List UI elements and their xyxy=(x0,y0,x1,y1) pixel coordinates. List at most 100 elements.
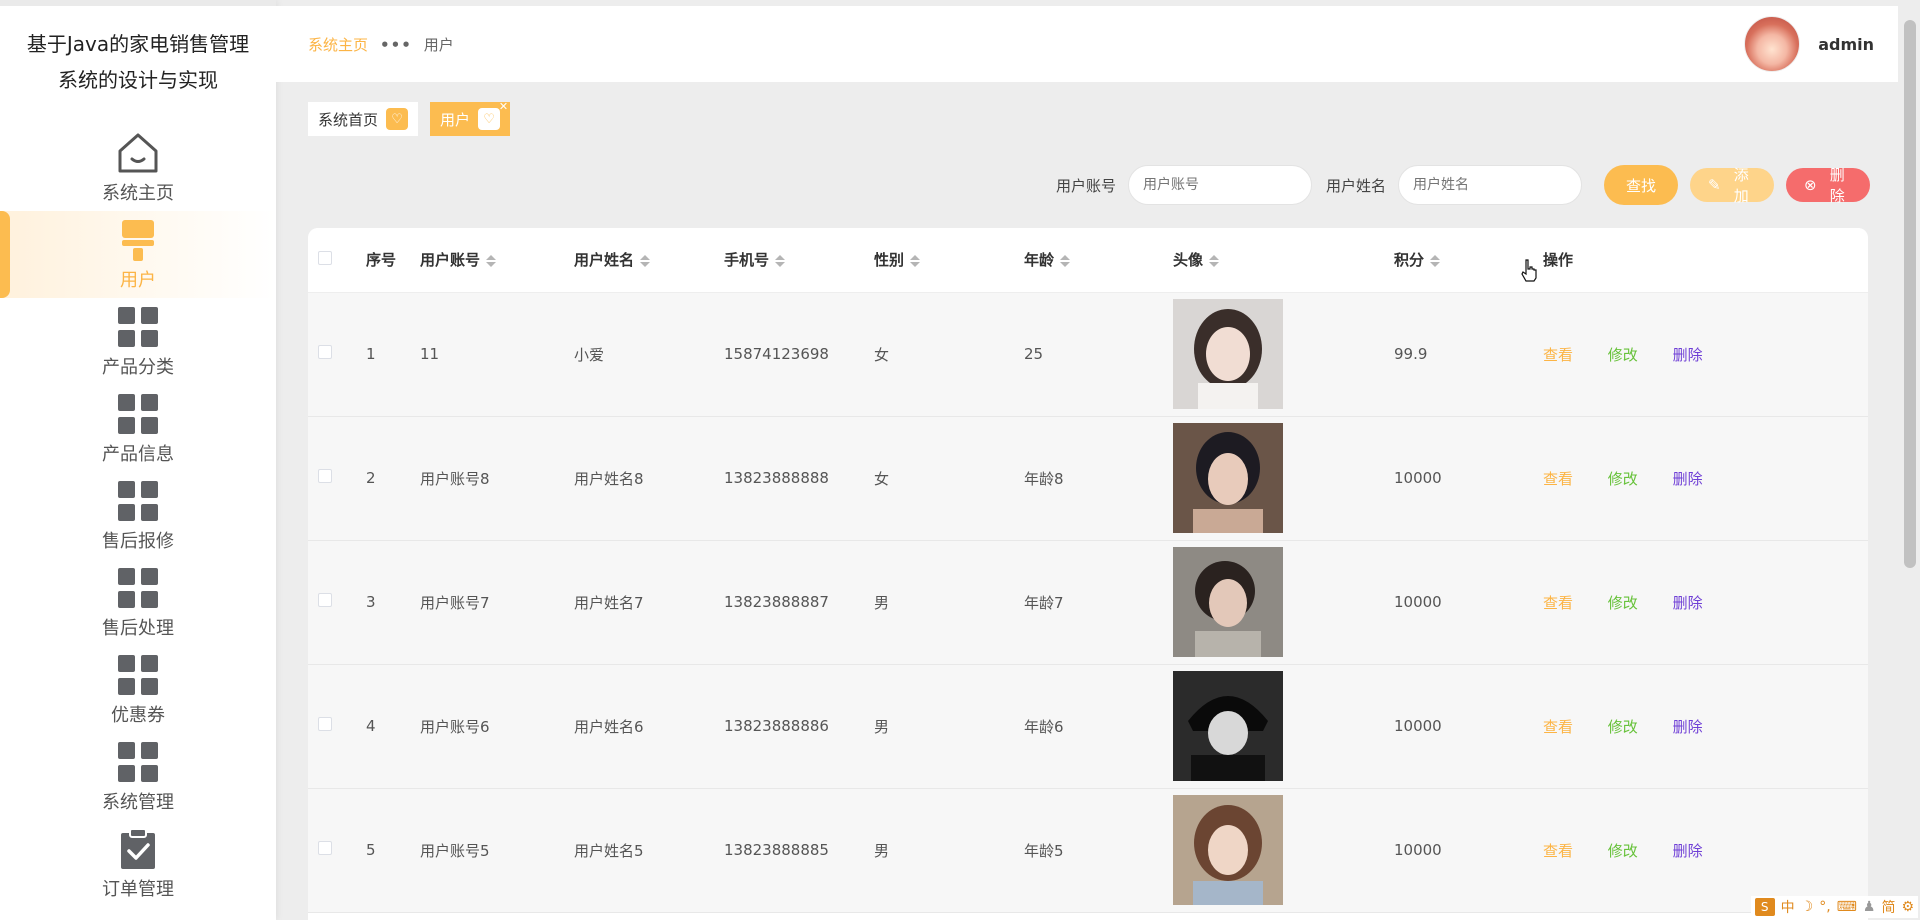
sidebar-item-orders[interactable]: 订单管理 xyxy=(0,820,276,907)
edit-link[interactable]: 修改 xyxy=(1608,594,1638,612)
delete-link[interactable]: 删除 xyxy=(1673,594,1703,612)
view-link[interactable]: 查看 xyxy=(1543,842,1573,860)
heart-icon: ♡ xyxy=(478,108,501,130)
view-link[interactable]: 查看 xyxy=(1543,470,1573,488)
sidebar-item-label: 售后报修 xyxy=(102,531,174,552)
row-checkbox[interactable] xyxy=(318,593,332,607)
cell-actions: 查看 修改 删除 xyxy=(1543,292,1868,417)
sidebar: 基于Java的家电销售管理系统的设计与实现 系统主页 用户 产品分类 产品信息 … xyxy=(0,0,276,920)
col-name[interactable]: 用户姓名 xyxy=(574,228,724,293)
sort-icon[interactable] xyxy=(486,254,497,267)
row-checkbox[interactable] xyxy=(318,841,332,855)
table-row: 2 用户账号8 用户姓名8 13823888888 女 年龄8 10000 查看… xyxy=(308,416,1868,541)
delete-link[interactable]: 删除 xyxy=(1673,346,1703,364)
sidebar-item-repair-handling[interactable]: 售后处理 xyxy=(0,559,276,646)
edit-link[interactable]: 修改 xyxy=(1608,842,1638,860)
cell-phone: 13823888886 xyxy=(724,664,874,789)
user-icon[interactable]: ♟ xyxy=(1863,899,1876,915)
cell-age: 年龄6 xyxy=(1024,664,1173,789)
col-phone[interactable]: 手机号 xyxy=(724,228,874,293)
col-gender[interactable]: 性别 xyxy=(874,228,1024,293)
account-label: 用户账号 xyxy=(1055,176,1116,195)
cell-age: 25 xyxy=(1024,292,1173,417)
col-age[interactable]: 年龄 xyxy=(1024,228,1173,293)
delete-link[interactable]: 删除 xyxy=(1673,842,1703,860)
col-index: 序号 xyxy=(366,228,420,293)
cell-avatar xyxy=(1173,416,1394,541)
sort-icon[interactable] xyxy=(1060,254,1071,267)
edit-link[interactable]: 修改 xyxy=(1608,470,1638,488)
sort-icon[interactable] xyxy=(1430,254,1441,267)
close-icon[interactable]: ✕ xyxy=(499,100,508,113)
avatar[interactable] xyxy=(1744,16,1801,72)
table-row: 1 11 小爱 15874123698 女 25 99.9 查看 修改 删除 xyxy=(308,292,1868,417)
user-menu[interactable]: admin xyxy=(1744,16,1874,72)
cell-phone: 15874123698 xyxy=(724,292,874,417)
tag-home[interactable]: 系统首页 ♡ xyxy=(308,102,419,136)
sidebar-item-label: 产品信息 xyxy=(102,444,174,465)
edit-link[interactable]: 修改 xyxy=(1608,718,1638,736)
find-button[interactable]: 查找 xyxy=(1604,165,1678,205)
sidebar-item-system[interactable]: 系统管理 xyxy=(0,733,276,820)
select-all-checkbox[interactable] xyxy=(318,250,332,265)
cell-age: 年龄8 xyxy=(1024,416,1173,541)
hand-cursor-icon xyxy=(1520,258,1538,286)
cell-index: 4 xyxy=(366,664,420,789)
clipboard-check-icon xyxy=(114,825,162,873)
edit-link[interactable]: 修改 xyxy=(1608,346,1638,364)
sort-icon[interactable] xyxy=(640,254,651,267)
ime-language[interactable]: 中 xyxy=(1781,897,1795,917)
cell-phone: 13823888887 xyxy=(724,540,874,665)
col-avatar[interactable]: 头像 xyxy=(1173,228,1394,293)
sort-icon[interactable] xyxy=(1209,254,1220,267)
grid-icon xyxy=(114,390,162,438)
moon-icon[interactable]: ☽ xyxy=(1801,899,1814,915)
sidebar-item-repair-request[interactable]: 售后报修 xyxy=(0,472,276,559)
cell-name: 用户姓名7 xyxy=(574,540,724,665)
username[interactable]: admin xyxy=(1818,35,1874,54)
gear-icon[interactable]: ⚙ xyxy=(1901,899,1914,915)
view-link[interactable]: 查看 xyxy=(1543,718,1573,736)
add-button[interactable]: ✎ 添加 xyxy=(1690,166,1774,205)
sidebar-item-product-category[interactable]: 产品分类 xyxy=(0,298,276,385)
avatar-image xyxy=(1173,671,1283,781)
name-search-input[interactable] xyxy=(1398,165,1582,205)
ime-mode[interactable]: 简 xyxy=(1881,897,1895,917)
avatar-image xyxy=(1173,795,1283,905)
breadcrumb-home-link[interactable]: 系统主页 xyxy=(308,34,368,55)
scrollbar[interactable] xyxy=(1904,20,1916,568)
cell-account: 用户账号8 xyxy=(420,416,574,541)
ime-toolbar[interactable]: S 中 ☽ °, ⌨ ♟ 简 ⚙ xyxy=(1750,896,1918,918)
grid-icon xyxy=(114,564,162,612)
tag-user[interactable]: 用户 ♡ ✕ xyxy=(430,100,511,136)
cell-avatar xyxy=(1173,788,1394,913)
sort-icon[interactable] xyxy=(775,254,786,267)
header: 系统主页 ••• 用户 admin xyxy=(276,6,1898,82)
row-checkbox[interactable] xyxy=(318,717,332,731)
delete-button[interactable]: ⊗ 删除 xyxy=(1786,166,1870,205)
heart-icon: ♡ xyxy=(386,108,409,130)
cell-account: 用户账号5 xyxy=(420,788,574,913)
delete-link[interactable]: 删除 xyxy=(1673,470,1703,488)
cell-avatar xyxy=(1173,540,1394,665)
punctuation-icon[interactable]: °, xyxy=(1819,899,1830,915)
sort-icon[interactable] xyxy=(910,254,921,267)
account-search-input[interactable] xyxy=(1127,165,1312,205)
delete-link[interactable]: 删除 xyxy=(1673,718,1703,736)
cell-name: 用户姓名8 xyxy=(574,416,724,541)
sidebar-item-user[interactable]: 用户 xyxy=(0,211,276,298)
row-checkbox[interactable] xyxy=(318,345,332,359)
sidebar-item-product-info[interactable]: 产品信息 xyxy=(0,385,276,472)
sidebar-item-home[interactable]: 系统主页 xyxy=(0,124,276,211)
view-link[interactable]: 查看 xyxy=(1543,594,1573,612)
cell-avatar xyxy=(1173,664,1394,789)
col-account[interactable]: 用户账号 xyxy=(420,228,574,293)
cell-index: 2 xyxy=(366,416,420,541)
breadcrumb-separator: ••• xyxy=(380,35,412,54)
row-checkbox[interactable] xyxy=(318,469,332,483)
tag-bar: 系统首页 ♡ 用户 ♡ ✕ xyxy=(308,100,511,136)
sidebar-item-coupon[interactable]: 优惠券 xyxy=(0,646,276,733)
avatar-image xyxy=(1173,299,1283,409)
keyboard-icon[interactable]: ⌨ xyxy=(1837,899,1857,915)
view-link[interactable]: 查看 xyxy=(1543,346,1573,364)
